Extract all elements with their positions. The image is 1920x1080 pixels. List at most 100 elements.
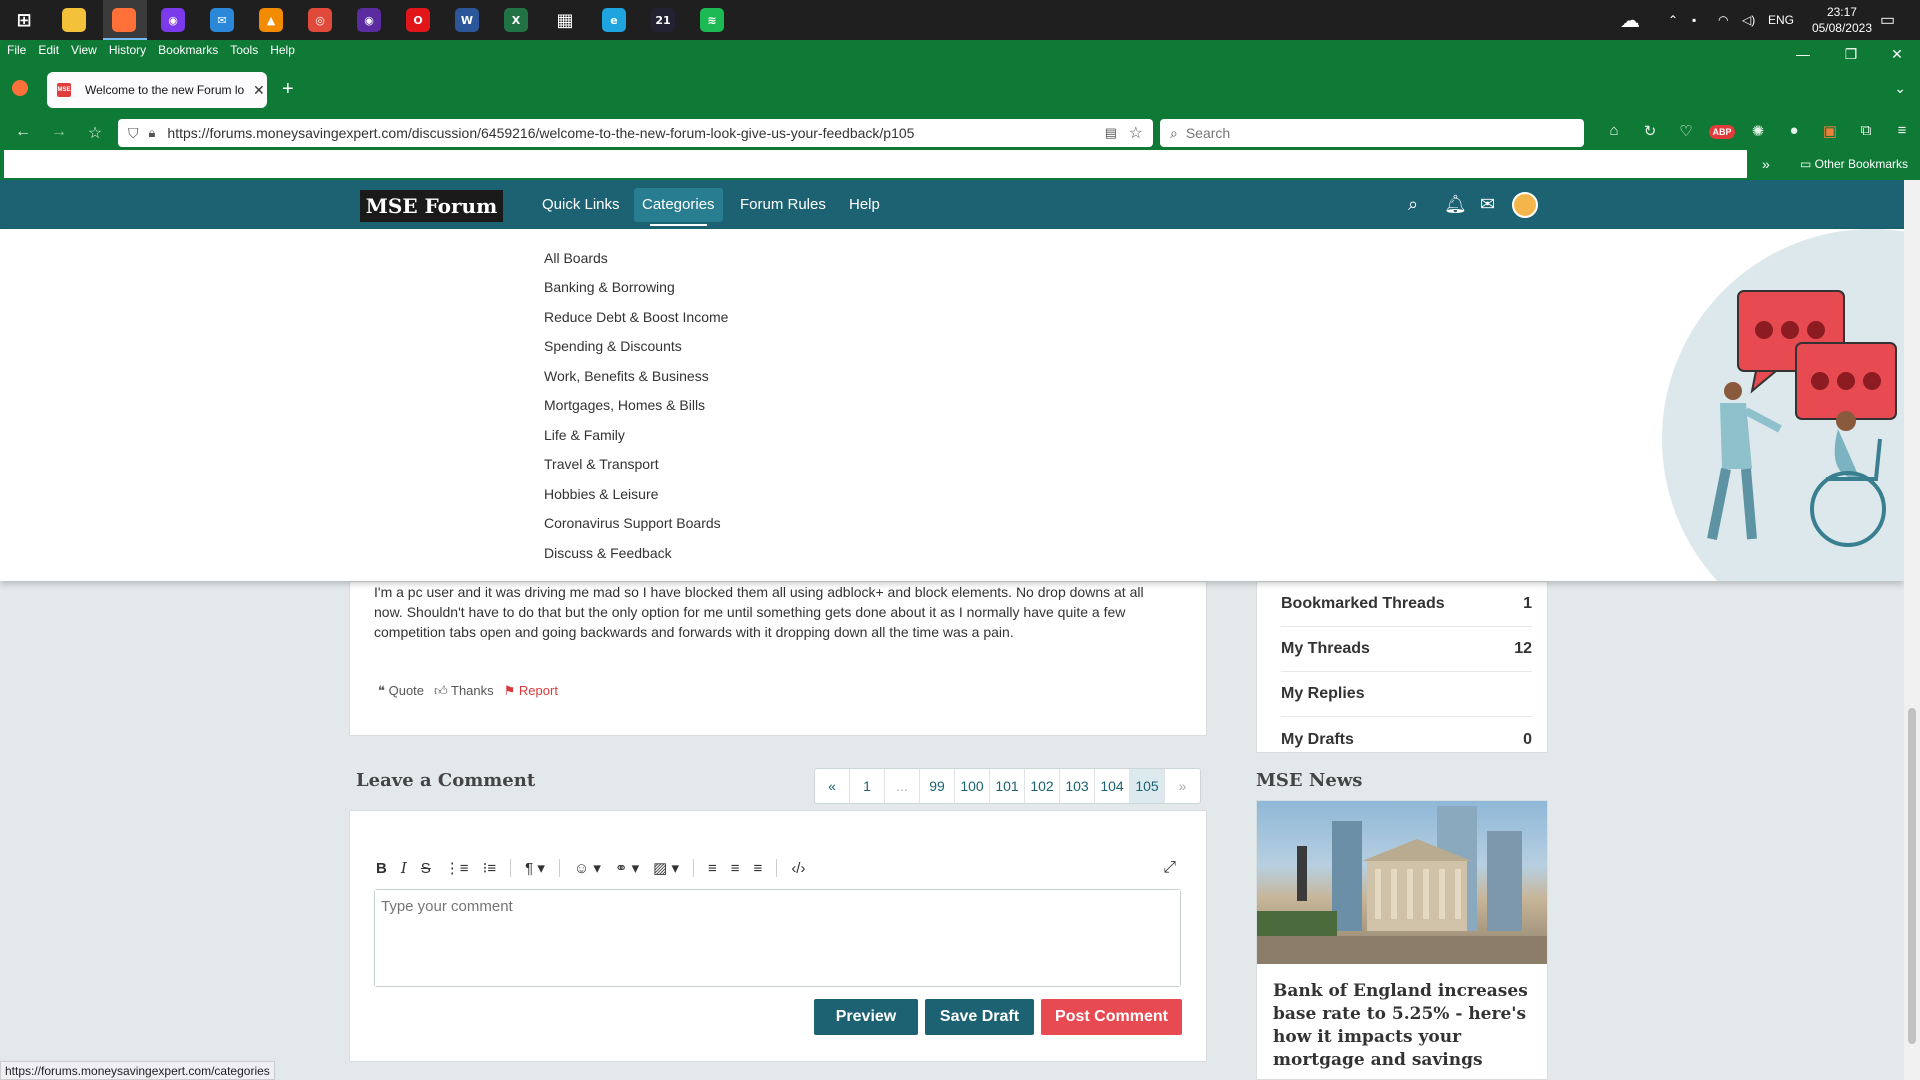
category-coronavirus[interactable]: Coronavirus Support Boards: [544, 515, 721, 531]
edge-icon[interactable]: e: [602, 8, 626, 32]
firefox-icon[interactable]: [112, 8, 136, 32]
category-work-benefits[interactable]: Work, Benefits & Business: [544, 368, 709, 384]
search-bar[interactable]: ⌕: [1160, 119, 1584, 147]
category-mortgages-homes[interactable]: Mortgages, Homes & Bills: [544, 397, 705, 413]
sidebar-my-threads[interactable]: My Threads 12: [1281, 627, 1532, 672]
extensions-icon[interactable]: ⧉: [1848, 122, 1884, 140]
windows-start-icon[interactable]: ⊞: [12, 8, 36, 32]
taskbar-clock[interactable]: 23:17 05/08/2023: [1812, 4, 1872, 36]
comment-box[interactable]: [374, 889, 1181, 987]
reload-icon[interactable]: ↻: [1632, 122, 1668, 140]
spotify-icon[interactable]: ≋: [700, 8, 724, 32]
menu-bookmarks[interactable]: Bookmarks: [158, 43, 218, 57]
store-icon[interactable]: ▦: [553, 8, 577, 32]
pager-page[interactable]: 99: [920, 769, 955, 803]
url-bar[interactable]: ⛉ 🔒︎ https://forums.moneysavingexpert.co…: [118, 119, 1153, 147]
bullet-list-icon[interactable]: ⁝≡: [483, 859, 497, 877]
menu-file[interactable]: File: [7, 43, 26, 57]
comment-input[interactable]: [375, 890, 1180, 986]
link-icon[interactable]: ⚭ ▾: [615, 859, 639, 877]
pager-prev[interactable]: «: [815, 769, 850, 803]
more-bookmarks-icon[interactable]: »: [1762, 156, 1770, 172]
code-icon[interactable]: ‹/›: [791, 860, 805, 877]
sidebar-my-drafts[interactable]: My Drafts 0: [1281, 717, 1532, 762]
category-reduce-debt[interactable]: Reduce Debt & Boost Income: [544, 309, 728, 325]
news-title[interactable]: Bank of England increases base rate to 5…: [1273, 980, 1533, 1072]
post-comment-button[interactable]: Post Comment: [1041, 999, 1182, 1035]
expand-editor-icon[interactable]: ⤢: [1163, 859, 1176, 877]
nav-categories[interactable]: Categories: [634, 188, 723, 226]
forum-logo[interactable]: MSE Forum: [360, 190, 503, 222]
mask-app-icon[interactable]: ◉: [161, 8, 185, 32]
preview-button[interactable]: Preview: [814, 999, 918, 1035]
pager-page[interactable]: 101: [990, 769, 1025, 803]
pager-current-page[interactable]: 105: [1130, 769, 1165, 803]
quote-action[interactable]: ❝ Quote: [378, 683, 424, 699]
wifi-icon[interactable]: ◠: [1718, 0, 1728, 40]
tab-close-icon[interactable]: ✕: [253, 82, 265, 99]
vlc-icon[interactable]: ▲: [259, 8, 283, 32]
italic-icon[interactable]: I: [401, 859, 407, 877]
firefox-view-icon[interactable]: [12, 80, 28, 96]
strikethrough-icon[interactable]: S: [421, 860, 431, 877]
word-icon[interactable]: W: [455, 8, 479, 32]
menu-help[interactable]: Help: [270, 43, 295, 57]
pager-page[interactable]: 104: [1095, 769, 1130, 803]
report-action[interactable]: ⚑ Report: [504, 683, 558, 699]
mail-icon[interactable]: ✉: [210, 8, 234, 32]
pager-next[interactable]: »: [1165, 769, 1200, 803]
notifications-bell-icon[interactable]: 🔔︎: [1444, 194, 1467, 215]
excel-icon[interactable]: X: [504, 8, 528, 32]
ordered-list-icon[interactable]: ⋮≡: [445, 859, 469, 877]
new-tab-button[interactable]: +: [282, 78, 294, 101]
thanks-action[interactable]: 👍︎ Thanks: [434, 683, 494, 699]
menu-tools[interactable]: Tools: [230, 43, 258, 57]
list-tabs-icon[interactable]: ⌄: [1894, 80, 1906, 97]
sidebar-my-replies[interactable]: My Replies: [1281, 672, 1532, 717]
extension-eye-icon[interactable]: ●: [1776, 122, 1812, 140]
back-icon[interactable]: ←: [12, 123, 34, 141]
url-text[interactable]: https://forums.moneysavingexpert.com/dis…: [167, 125, 914, 141]
language-indicator[interactable]: ENG: [1768, 0, 1794, 40]
home-icon[interactable]: ⌂: [1596, 122, 1632, 140]
category-life-family[interactable]: Life & Family: [544, 427, 625, 443]
active-tab[interactable]: MSE Welcome to the new Forum lo ✕: [47, 72, 267, 108]
align-right-icon[interactable]: ≡: [754, 860, 763, 877]
app-21-icon[interactable]: 21: [651, 8, 675, 32]
file-explorer-icon[interactable]: [62, 8, 86, 32]
category-hobbies-leisure[interactable]: Hobbies & Leisure: [544, 486, 658, 502]
save-draft-button[interactable]: Save Draft: [925, 999, 1034, 1035]
forward-icon[interactable]: →: [48, 123, 70, 141]
user-avatar[interactable]: [1512, 192, 1538, 218]
notifications-icon[interactable]: ▭: [1880, 0, 1895, 40]
bold-icon[interactable]: B: [376, 860, 387, 877]
shield-icon[interactable]: ⛉: [128, 125, 139, 142]
extension-dot-icon[interactable]: ✺: [1740, 122, 1776, 140]
pocket-icon[interactable]: ♡: [1668, 122, 1704, 140]
messages-icon[interactable]: ✉: [1480, 194, 1495, 215]
app-menu-icon[interactable]: ≡: [1884, 122, 1920, 140]
chrome-icon[interactable]: ◎: [308, 8, 332, 32]
adblock-icon[interactable]: ABP: [1704, 122, 1740, 140]
bookmark-star-toolbar-icon[interactable]: ☆: [84, 123, 106, 143]
emoji-icon[interactable]: ☺ ▾: [574, 859, 601, 877]
pager-page[interactable]: 1: [850, 769, 885, 803]
menu-view[interactable]: View: [71, 43, 97, 57]
pager-page[interactable]: 103: [1060, 769, 1095, 803]
search-input[interactable]: [1185, 125, 1566, 141]
bookmark-star-icon[interactable]: ☆: [1129, 123, 1143, 143]
nav-forum-rules[interactable]: Forum Rules: [740, 180, 826, 229]
menu-edit[interactable]: Edit: [38, 43, 59, 57]
category-spending-discounts[interactable]: Spending & Discounts: [544, 338, 682, 354]
nav-quick-links[interactable]: Quick Links: [542, 180, 620, 229]
menu-history[interactable]: History: [109, 43, 146, 57]
pager-page[interactable]: 100: [955, 769, 990, 803]
reader-view-icon[interactable]: ▤: [1105, 125, 1117, 141]
category-travel-transport[interactable]: Travel & Transport: [544, 456, 659, 472]
category-discuss-feedback[interactable]: Discuss & Feedback: [544, 545, 672, 561]
extension-screen-icon[interactable]: ▣: [1812, 122, 1848, 140]
lock-icon[interactable]: 🔒︎: [149, 125, 156, 141]
category-banking-borrowing[interactable]: Banking & Borrowing: [544, 279, 675, 295]
align-center-icon[interactable]: ≡: [731, 860, 740, 877]
tray-chevron-icon[interactable]: ⌃: [1668, 0, 1678, 40]
